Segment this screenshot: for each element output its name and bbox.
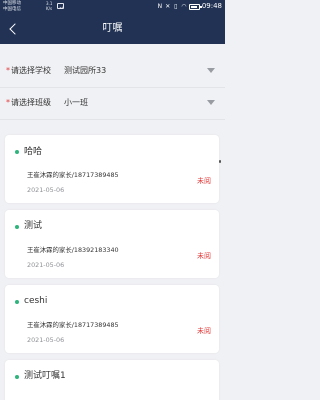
page-title: 叮嘱 [102,23,123,34]
clock-time: 09:48 [201,2,222,10]
message-title: 测试叮嘱1 [24,371,66,381]
status-dot-icon [15,225,19,229]
nav-bar: 叮嘱 [0,14,225,44]
message-title: 测试 [24,221,43,231]
wifi-icon: ◠ [181,3,187,10]
read-status-badge: 未阅 [197,177,211,185]
dropdown-arrow-icon[interactable] [207,100,215,105]
nfc-icon: N [157,3,163,10]
message-title: 哈哈 [24,147,43,157]
message-date: 2021-05-06 [27,336,65,344]
carrier-info: 中国移动 中国电信 [3,1,21,12]
required-mark: * [6,66,10,75]
message-date: 2021-05-06 [27,186,65,194]
dropdown-arrow-icon[interactable] [207,68,215,73]
status-dot-icon [15,300,19,304]
message-card[interactable]: 哈哈 王崔沐霖的家长/18717389485 2021-05-06 未阅 [5,135,219,203]
vibrate-icon: ▯ [174,3,178,10]
battery-icon [188,3,202,10]
class-value[interactable]: 小一班 [64,98,88,108]
scroll-indicator [219,160,221,163]
mute-icon: ✕ [165,3,171,10]
message-date: 2021-05-06 [27,261,65,269]
class-selector[interactable]: * 请选择班级 小一班 [0,88,225,120]
class-label: 请选择班级 [11,98,51,107]
message-card[interactable]: 测试叮嘱1 [5,360,219,400]
status-bar: 中国移动 中国电信 3.1 K/s N ✕ ▯ ◠ 09:48 [0,0,225,14]
status-dot-icon [15,375,19,379]
carrier-2: 中国电信 [3,6,21,12]
carrier-1: 中国移动 [3,1,21,6]
network-speed: 3.1 K/s [46,1,53,11]
message-card[interactable]: ceshi 王崔沐霖的家长/18717389485 2021-05-06 未阅 [5,285,219,353]
read-status-badge: 未阅 [197,252,211,260]
status-dot-icon [15,150,19,154]
message-sender: 王崔沐霖的家长/18717389485 [27,171,119,179]
status-icons: N ✕ ▯ ◠ 09:48 [157,2,222,11]
message-title: ceshi [24,296,48,306]
message-sender: 王崔沐霖的家长/18392183340 [27,246,119,254]
message-sender: 王崔沐霖的家长/18717389485 [27,321,119,329]
school-selector[interactable]: * 请选择学校 测试园所33 [0,56,225,88]
school-label: 请选择学校 [11,66,51,75]
read-status-badge: 未阅 [197,327,211,335]
message-notification-icon [57,3,64,9]
required-mark: * [6,98,10,107]
school-value[interactable]: 测试园所33 [64,66,106,76]
message-card[interactable]: 测试 王崔沐霖的家长/18392183340 2021-05-06 未阅 [5,210,219,278]
